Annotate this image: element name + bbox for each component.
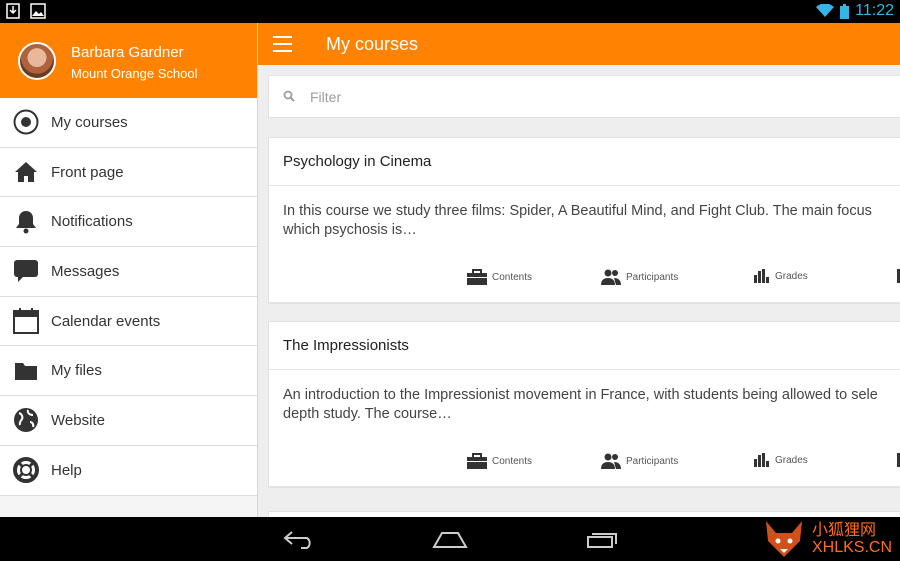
participants-button[interactable]: Participants [601, 269, 678, 285]
contents-label: Contents [492, 271, 533, 283]
people-icon [601, 269, 621, 285]
back-icon[interactable] [282, 529, 316, 549]
lifebuoy-icon [12, 457, 39, 484]
wifi-icon [816, 4, 835, 17]
participants-button[interactable]: Participants [601, 453, 678, 469]
drawer-item-label: Messages [51, 262, 120, 280]
user-name: Barbara Gardner [71, 44, 184, 61]
grades-label: Grades [775, 454, 808, 466]
briefcase-icon [467, 453, 487, 469]
drawer-item-front-page[interactable]: Front page [0, 147, 257, 198]
avatar[interactable] [18, 42, 56, 80]
drawer-item-label: Calendar events [51, 312, 161, 330]
grades-label: Grades [775, 270, 808, 282]
clock: 11:22 [855, 2, 894, 19]
course-title[interactable]: The Impressionists [269, 322, 900, 370]
bar-chart-icon [754, 269, 769, 283]
filter-input[interactable] [310, 85, 870, 109]
course-summary-line: depth study. The course… [283, 406, 452, 422]
app-bar: My courses [258, 23, 900, 65]
bar-chart-icon [754, 453, 769, 467]
drawer-item-calendar-events[interactable]: Calendar events [0, 296, 257, 347]
course-summary-line: which psychosis is… [283, 222, 417, 238]
drawer-item-label: Help [51, 461, 82, 479]
participants-label: Participants [626, 271, 679, 283]
fox-logo-icon [765, 521, 802, 557]
search-icon [283, 90, 295, 102]
bell-icon [12, 208, 39, 235]
briefcase-icon [467, 269, 487, 285]
recent-apps-icon[interactable] [586, 529, 620, 549]
drawer-item-my-files[interactable]: My files [0, 346, 257, 397]
drawer-item-label: My courses [51, 113, 128, 131]
grades-button[interactable]: Grades [754, 453, 808, 467]
android-screen: 11:22 Barbara Gardner Mount Orange Schoo… [0, 0, 900, 561]
drawer-item-label: My files [51, 362, 102, 380]
course-summary-line: An introduction to the Impressionist mov… [283, 387, 878, 403]
drawer-item-my-courses[interactable]: My courses [0, 98, 257, 148]
drawer-header[interactable]: Barbara Gardner Mount Orange School [0, 23, 257, 98]
drawer-item-label: Website [51, 411, 105, 429]
course-summary: In this course we study three films: Spi… [269, 186, 900, 240]
contents-button[interactable]: Contents [467, 269, 532, 285]
user-school: Mount Orange School [71, 66, 198, 81]
battery-icon [840, 3, 850, 19]
course-title[interactable]: Psychology in Cinema [269, 138, 900, 186]
image-notification-icon [30, 3, 46, 19]
course-card[interactable]: Psychology in Cinema In this course we s… [268, 137, 900, 303]
participants-label: Participants [626, 455, 679, 467]
grades-button[interactable]: Grades [754, 269, 808, 283]
course-list: Psychology in Cinema In this course we s… [258, 65, 900, 517]
page-title: My courses [326, 34, 419, 54]
navigation-drawer: Barbara Gardner Mount Orange School My c… [0, 23, 258, 517]
course-card[interactable]: The Impressionists An introduction to th… [268, 321, 900, 487]
watermark-line: 小狐狸网 [811, 522, 876, 539]
chat-bubble-icon [12, 258, 39, 285]
status-bar: 11:22 [0, 0, 900, 23]
hamburger-menu-icon[interactable] [273, 36, 292, 52]
download-notification-icon [6, 3, 20, 19]
course-summary: An introduction to the Impressionist mov… [269, 370, 900, 424]
contents-label: Contents [492, 455, 533, 467]
course-summary-line: In this course we study three films: Spi… [283, 203, 872, 219]
contents-button[interactable]: Contents [467, 453, 532, 469]
drawer-item-help[interactable]: Help [0, 445, 257, 496]
people-icon [601, 453, 621, 469]
target-circle-icon [12, 109, 39, 136]
drawer-item-label: Front page [51, 163, 124, 181]
globe-icon [12, 407, 39, 434]
filter-box[interactable] [268, 75, 900, 118]
watermark-line: XHLKS.CN [811, 539, 892, 556]
course-actions: Contents Participants Grades [269, 269, 900, 289]
folder-icon [12, 357, 39, 384]
drawer-item-notifications[interactable]: Notifications [0, 197, 257, 248]
course-actions: Contents Participants Grades [269, 453, 900, 473]
drawer-item-label: Notifications [51, 213, 133, 231]
watermark: 小狐狸网 XHLKS.CN [762, 517, 892, 561]
home-icon [12, 159, 39, 186]
calendar-icon [12, 308, 39, 335]
drawer-item-messages[interactable]: Messages [0, 247, 257, 297]
home-nav-icon[interactable] [432, 529, 468, 549]
drawer-item-website[interactable]: Website [0, 396, 257, 446]
